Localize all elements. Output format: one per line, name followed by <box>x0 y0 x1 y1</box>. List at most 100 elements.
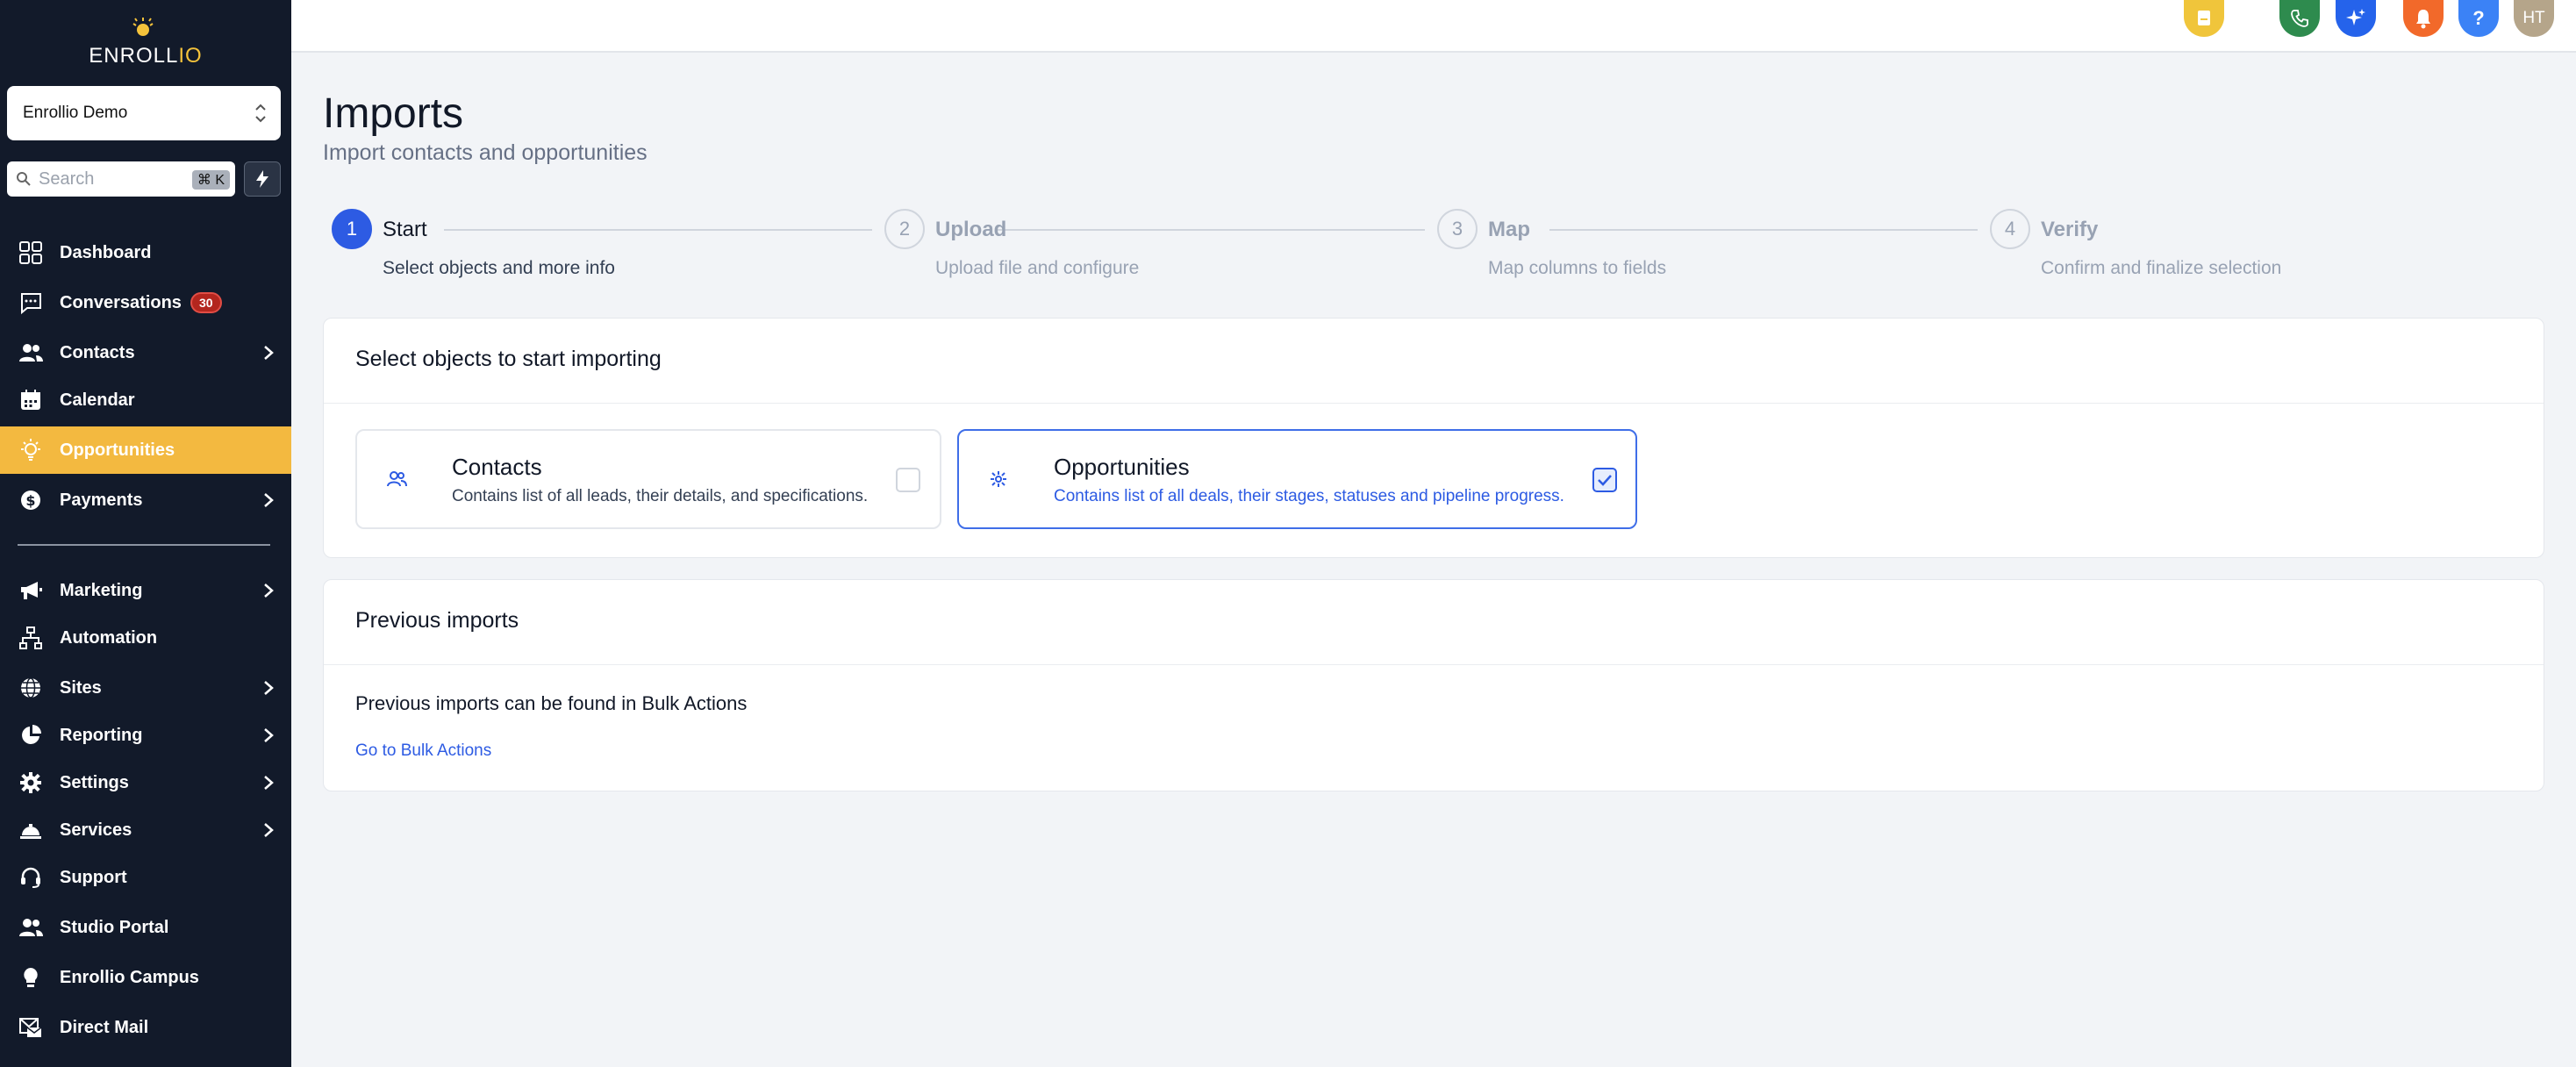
ai-assistant-button[interactable] <box>2336 0 2376 37</box>
sidebar-item-enrollio-campus[interactable]: Enrollio Campus <box>0 954 291 1001</box>
object-description: Contains list of all leads, their detail… <box>452 487 869 505</box>
contacts-checkbox[interactable] <box>896 468 920 492</box>
sidebar-item-label: Marketing <box>60 580 143 600</box>
calendar-icon <box>18 387 44 413</box>
dashboard-icon <box>18 240 44 266</box>
sparkle-icon <box>2346 9 2365 25</box>
step-description: Map columns to fields <box>1488 258 1667 278</box>
lightning-icon <box>256 170 268 188</box>
avatar-initials: HT <box>2522 9 2545 27</box>
sun-icon <box>132 18 154 36</box>
sidebar-item-label: Payments <box>60 490 143 510</box>
phone-button[interactable] <box>2279 0 2320 37</box>
chevron-updown-icon <box>255 104 266 123</box>
sidebar-item-label: Services <box>60 820 132 840</box>
step-label: Start <box>383 218 427 241</box>
opportunities-icon <box>991 471 1006 487</box>
users-icon <box>18 914 44 941</box>
chevron-right-icon <box>264 823 274 837</box>
sidebar-item-calendar[interactable]: Calendar <box>0 376 291 424</box>
checkmark-icon <box>1598 475 1612 486</box>
note-icon <box>2198 11 2210 25</box>
sidebar-item-contacts[interactable]: Contacts <box>0 329 291 376</box>
user-avatar[interactable]: HT <box>2514 0 2554 37</box>
stepper-connector <box>444 229 872 231</box>
chat-icon <box>18 290 44 316</box>
chevron-right-icon <box>264 584 274 598</box>
sidebar-divider <box>18 544 270 546</box>
chevron-right-icon <box>264 776 274 790</box>
pie-chart-icon <box>18 722 44 748</box>
step-description: Select objects and more info <box>383 258 615 278</box>
previous-imports-card: Previous imports Previous imports can be… <box>323 579 2544 791</box>
step-label: Map <box>1488 218 1530 241</box>
step-label: Upload <box>935 218 1007 241</box>
sidebar-item-sites[interactable]: Sites <box>0 664 291 712</box>
search-input[interactable]: Search ⌘ K <box>7 161 235 197</box>
main-content: Imports Import contacts and opportunitie… <box>291 54 2576 1067</box>
sidebar-item-label: Direct Mail <box>60 1017 149 1037</box>
sidebar-item-conversations[interactable]: Conversations 30 <box>0 279 291 326</box>
notifications-button[interactable] <box>2403 0 2444 37</box>
service-bell-icon <box>18 817 44 843</box>
card-separator <box>324 664 2544 665</box>
sidebar-item-label: Calendar <box>60 390 135 410</box>
object-title: Contacts <box>452 454 542 480</box>
page-subtitle: Import contacts and opportunities <box>323 140 648 165</box>
sidebar-item-label: Settings <box>60 772 129 792</box>
mail-icon <box>18 1014 44 1041</box>
sidebar-item-payments[interactable]: $ Payments <box>0 476 291 524</box>
quick-action-button[interactable] <box>244 161 281 197</box>
sidebar-item-opportunities[interactable]: Opportunities <box>0 426 291 474</box>
step-description: Confirm and finalize selection <box>2041 258 2282 278</box>
bulb-icon <box>18 964 44 991</box>
sidebar-item-label: Reporting <box>60 725 143 745</box>
object-option-contacts[interactable]: Contacts Contains list of all leads, the… <box>355 429 941 529</box>
sidebar-item-support[interactable]: Support <box>0 854 291 901</box>
sidebar-item-label: Automation <box>60 627 158 648</box>
unread-badge: 30 <box>190 292 222 313</box>
account-switcher[interactable]: Enrollio Demo <box>7 86 281 140</box>
brand-logo[interactable]: ENROLLIO <box>0 11 291 68</box>
step-number: 2 <box>884 209 925 249</box>
chevron-right-icon <box>264 728 274 742</box>
sidebar-item-label: Opportunities <box>60 440 175 460</box>
sidebar-item-dashboard[interactable]: Dashboard <box>0 229 291 276</box>
sidebar-item-marketing[interactable]: Marketing <box>0 567 291 614</box>
sidebar-item-reporting[interactable]: Reporting <box>0 712 291 759</box>
card-title: Select objects to start importing <box>355 347 662 371</box>
sidebar-item-automation[interactable]: Automation <box>0 614 291 662</box>
search-placeholder: Search <box>39 168 95 189</box>
contacts-icon <box>387 471 407 487</box>
headset-icon <box>18 864 44 891</box>
sidebar-item-label: Studio Portal <box>60 917 169 937</box>
stepper-connector <box>1549 229 1978 231</box>
step-number: 4 <box>1990 209 2030 249</box>
step-number: 3 <box>1437 209 1478 249</box>
notes-button[interactable] <box>2184 0 2224 37</box>
page-title: Imports <box>323 90 464 137</box>
top-bar: ? HT <box>291 0 2576 53</box>
sidebar-item-settings[interactable]: Settings <box>0 759 291 806</box>
chevron-right-icon <box>264 346 274 360</box>
bulk-actions-link[interactable]: Go to Bulk Actions <box>355 741 491 761</box>
sidebar-item-label: Contacts <box>60 342 135 362</box>
brand-name: ENROLLIO <box>89 44 203 68</box>
opportunities-checkbox[interactable] <box>1592 468 1617 492</box>
card-title: Previous imports <box>355 608 519 633</box>
previous-imports-text: Previous imports can be found in Bulk Ac… <box>355 692 748 714</box>
sidebar-item-services[interactable]: Services <box>0 806 291 854</box>
step-description: Upload file and configure <box>935 258 1140 278</box>
select-objects-card: Select objects to start importing Contac… <box>323 318 2544 558</box>
search-shortcut: ⌘ K <box>191 170 230 190</box>
megaphone-icon <box>18 577 44 604</box>
help-button[interactable]: ? <box>2458 0 2499 37</box>
card-separator <box>324 403 2544 404</box>
object-option-opportunities[interactable]: Opportunities Contains list of all deals… <box>957 429 1637 529</box>
step-number: 1 <box>332 209 372 249</box>
object-description: Contains list of all deals, their stages… <box>1054 487 1564 505</box>
sidebar-item-studio-portal[interactable]: Studio Portal <box>0 904 291 951</box>
sidebar-item-direct-mail[interactable]: Direct Mail <box>0 1004 291 1051</box>
workflow-icon <box>18 625 44 651</box>
gear-icon <box>18 770 44 796</box>
